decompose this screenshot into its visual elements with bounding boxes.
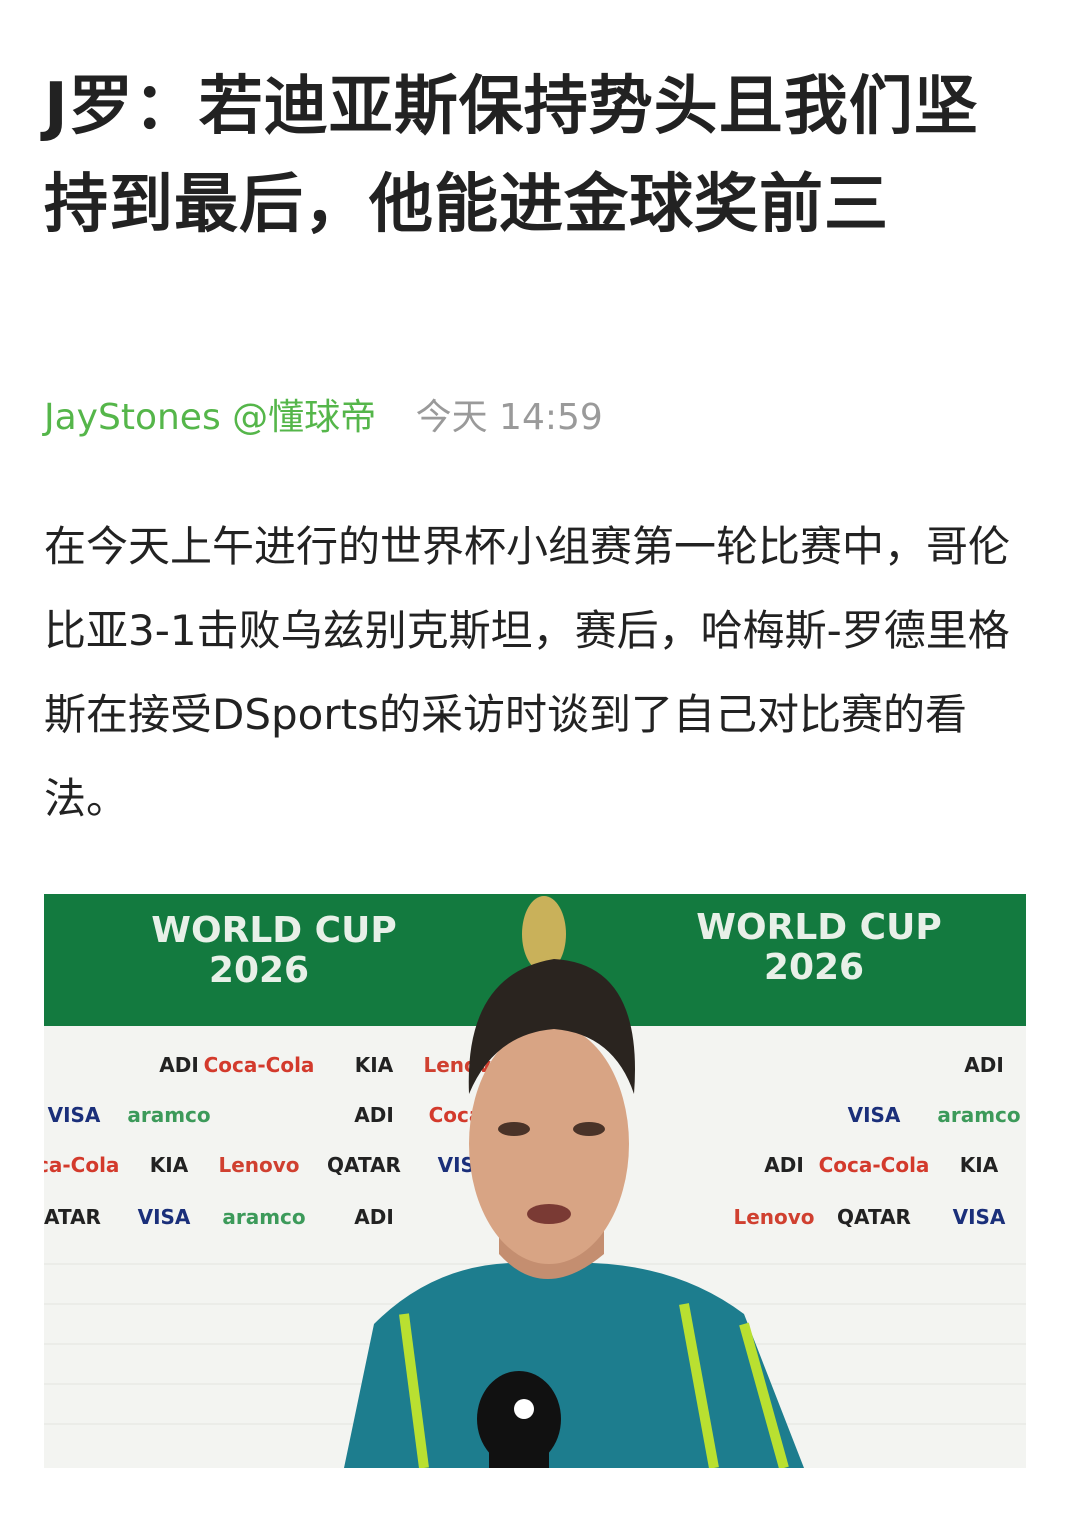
player-face [469, 1024, 629, 1264]
interview-photo-svg: WORLD CUP 2026 WORLD CUP 2026 ADI Coca-Co… [44, 894, 1026, 1468]
banner-right-line2: 2026 [764, 947, 864, 988]
sponsor-logo-row3-7: KIA [960, 1153, 999, 1177]
sponsor-logo-row4-2: aramco [222, 1205, 305, 1229]
sponsor-logo-row2-0: VISA [48, 1103, 101, 1127]
sponsor-logo-row4-1: VISA [138, 1205, 191, 1229]
sponsor-logo-row4-6: VISA [953, 1205, 1006, 1229]
article-body: 在今天上午进行的世界杯小组赛第一轮比赛中，哥伦比亚3-1击败乌兹别克斯坦，赛后，… [44, 522, 1011, 823]
sponsor-logo-row1-1: Coca-Cola [204, 1053, 315, 1077]
banner-right-line1: WORLD CUP [696, 907, 941, 948]
sponsor-logo-row3-3: QATAR [327, 1153, 401, 1177]
sponsor-logo-row1-0: ADI [159, 1053, 199, 1077]
sponsor-logo-row2-1: aramco [127, 1103, 210, 1127]
sponsor-logo-row2-4: VISA [848, 1103, 901, 1127]
publish-time: 今天 14:59 [415, 397, 603, 438]
sponsor-logo-row4-4: Lenovo [733, 1205, 814, 1229]
sponsor-logo-row1-2: KIA [355, 1053, 394, 1077]
author-link[interactable]: JayStones @懂球帝 [44, 397, 376, 438]
sponsor-logo-row4-5: QATAR [837, 1205, 911, 1229]
sponsor-logo-row3-1: KIA [150, 1153, 189, 1177]
sponsor-logo-row3-5: ADI [764, 1153, 804, 1177]
sponsor-logo-row3-0: Coca-Cola [44, 1153, 119, 1177]
article-title: J罗：若迪亚斯保持势头且我们坚持到最后，他能进金球奖前三 [44, 70, 979, 242]
sponsor-logo-row3-6: Coca-Cola [819, 1153, 930, 1177]
sponsor-logo-row4-3: ADI [354, 1205, 394, 1229]
banner-left-line2: 2026 [209, 950, 309, 991]
sponsor-logo-row4-0: QATAR [44, 1205, 101, 1229]
article-meta: JayStones @懂球帝 今天 14:59 [44, 392, 603, 444]
sponsor-logo-row1-4: ADI [964, 1053, 1004, 1077]
sponsor-logo-row3-2: Lenovo [218, 1153, 299, 1177]
article-photo[interactable]: WORLD CUP 2026 WORLD CUP 2026 ADI Coca-Co… [44, 894, 1026, 1468]
sponsor-logo-row2-5: aramco [937, 1103, 1020, 1127]
microphone-icon [477, 1371, 561, 1468]
sponsor-logo-row2-2: ADI [354, 1103, 394, 1127]
banner-left-line1: WORLD CUP [151, 910, 396, 951]
